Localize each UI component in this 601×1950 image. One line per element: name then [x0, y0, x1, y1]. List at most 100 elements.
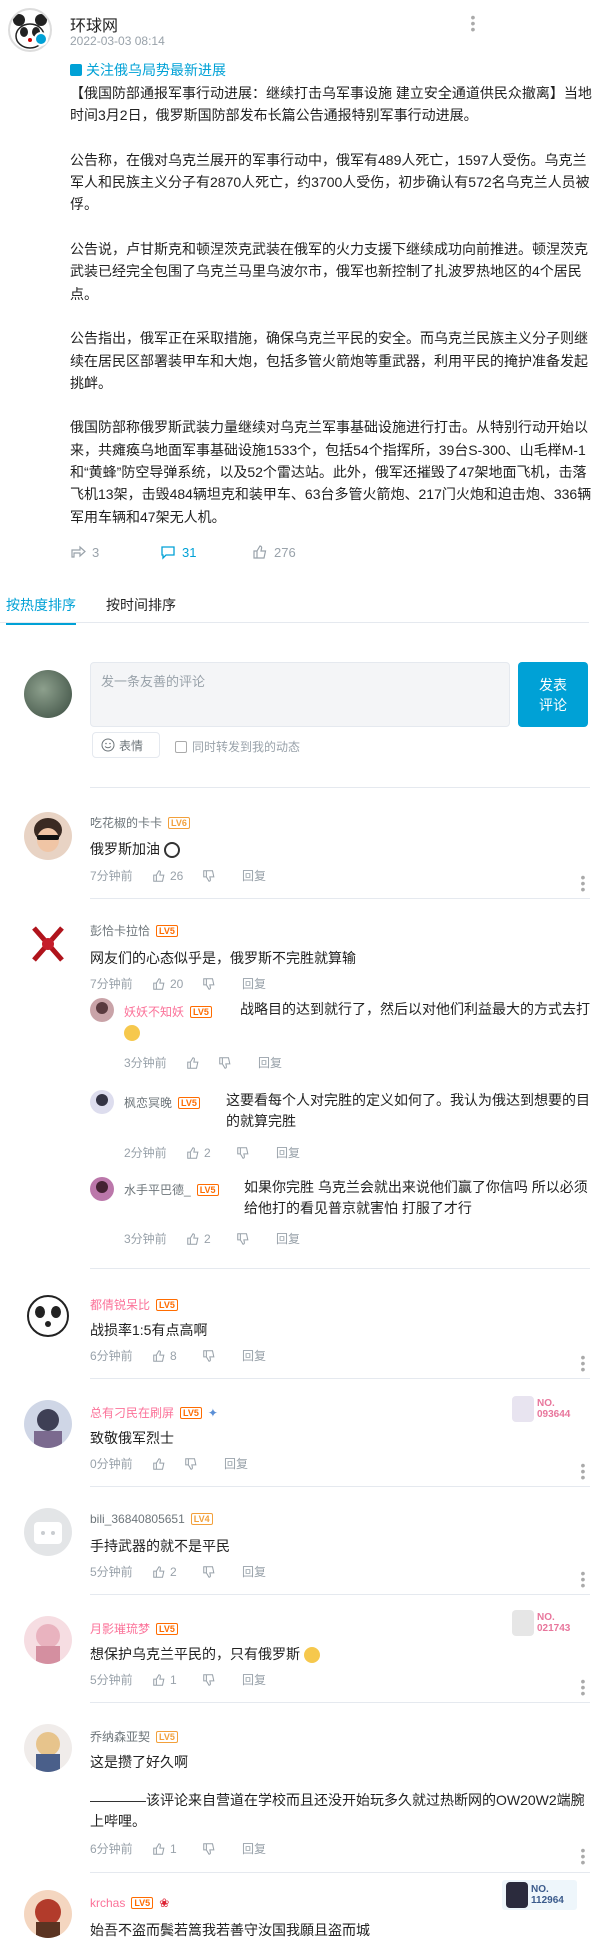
comment-dislike-button[interactable] — [202, 977, 242, 991]
more-icon[interactable]: • • • — [580, 1458, 586, 1484]
forward-checkbox[interactable]: 同时转发到我的动态 — [175, 738, 300, 755]
tab-time[interactable]: 按时间排序 — [106, 595, 176, 615]
comment-dislike-button[interactable] — [202, 1673, 242, 1687]
level-badge: LV5 — [156, 1730, 178, 1743]
reply-time: 3分钟前 — [124, 1056, 167, 1070]
reply-user[interactable]: 妖妖不知妖 LV5 — [124, 1003, 212, 1020]
comment-dislike-button[interactable] — [202, 1349, 242, 1363]
dislike-icon — [237, 1232, 249, 1245]
reply-dislike-button[interactable] — [236, 1146, 276, 1160]
reply-button[interactable]: 回复 — [258, 1054, 282, 1071]
reply-button[interactable]: 回复 — [224, 1455, 248, 1472]
my-avatar — [24, 670, 72, 718]
author-avatar[interactable] — [8, 8, 52, 52]
reply-meta: 3分钟前 回复 — [124, 1054, 282, 1071]
like-count: 2 — [204, 1231, 211, 1246]
comment-user[interactable]: bili_36840805651 LV4 — [90, 1512, 213, 1526]
comment-user[interactable]: krchas LV5 ❀ — [90, 1896, 169, 1910]
post-paragraph: 公告说，卢甘斯克和顿涅茨克武装在俄军的火力支援下继续成功向前推进。顿涅茨克武装已… — [70, 241, 588, 302]
comment-text: 想保护乌克兰平民的，只有俄罗斯 — [90, 1644, 320, 1665]
topic-icon — [70, 64, 82, 76]
comment-user[interactable]: 都倩锐呆比 LV5 — [90, 1296, 178, 1313]
reply-avatar[interactable] — [90, 1177, 114, 1201]
reply-button[interactable]: 回复 — [242, 867, 266, 884]
comment-user[interactable]: 彭恰卡拉恰 LV5 — [90, 922, 178, 939]
comment-text: 战损率1:5有点高啊 — [90, 1322, 208, 1338]
tab-hot[interactable]: 按热度排序 — [6, 595, 76, 625]
comment-dislike-button[interactable] — [202, 1842, 242, 1856]
more-icon[interactable]: • • • — [580, 1350, 586, 1376]
reply-like-button[interactable] — [186, 1056, 218, 1070]
comment-dislike-button[interactable] — [202, 869, 242, 883]
comment-like-button[interactable]: 8 — [152, 1349, 202, 1363]
reply-like-button[interactable]: 2 — [186, 1232, 236, 1246]
more-icon[interactable]: • • • — [580, 1674, 586, 1700]
reply-button[interactable]: 回复 — [242, 1563, 266, 1580]
dislike-icon — [203, 1673, 215, 1686]
more-icon[interactable]: • • • — [580, 870, 586, 896]
like-button[interactable]: 276 — [252, 544, 296, 560]
comment-user[interactable]: 月影璀琉梦 LV5 — [90, 1620, 178, 1637]
reply-dislike-button[interactable] — [218, 1056, 258, 1070]
more-icon[interactable]: • • • — [580, 1566, 586, 1592]
topic-link[interactable]: 关注俄乌局势最新进展 — [70, 60, 226, 80]
forward-button[interactable]: 3 — [70, 544, 160, 560]
like-count: 20 — [170, 976, 184, 991]
comment-user[interactable]: 吃花椒的卡卡 LV6 — [90, 814, 190, 831]
comment-like-button[interactable]: 20 — [152, 977, 202, 991]
comment-time: 5分钟前 — [90, 1565, 133, 1579]
comment-input[interactable]: 发一条友善的评论 — [90, 662, 510, 727]
username: 枫恋冥晚 — [124, 1096, 173, 1110]
author-name[interactable]: 环球网 — [70, 12, 118, 36]
avatar[interactable] — [24, 1292, 72, 1340]
level-badge: LV4 — [190, 1513, 213, 1525]
forward-checkbox-label: 同时转发到我的动态 — [192, 740, 301, 754]
reply-button[interactable]: 回复 — [242, 1671, 266, 1688]
avatar[interactable] — [24, 1616, 72, 1664]
like-icon — [153, 1842, 165, 1855]
avatar[interactable] — [24, 1508, 72, 1556]
post-content: 【俄国防部通报军事行动进展：继续打击乌军事设施 建立安全通道供民众撤离】当地时间… — [70, 82, 595, 550]
avatar[interactable] — [24, 1724, 72, 1772]
comment-like-button[interactable]: 26 — [152, 869, 202, 883]
reply-button[interactable]: 回复 — [242, 1347, 266, 1364]
comment-text: 致敬俄军烈士 — [90, 1430, 174, 1446]
level-badge: LV5 — [156, 1622, 178, 1635]
avatar[interactable] — [24, 812, 72, 860]
reply-button[interactable]: 回复 — [242, 975, 266, 992]
like-icon — [187, 1056, 199, 1069]
post-paragraph: 俄国防部称俄罗斯武装力量继续对乌克兰军事基础设施进行打击。从特别行动开始以来，共… — [70, 419, 592, 525]
comment-dislike-button[interactable] — [184, 1457, 224, 1471]
comment-dislike-button[interactable] — [202, 1565, 242, 1579]
avatar[interactable] — [24, 1890, 72, 1938]
submit-comment-button[interactable]: 发表 评论 — [518, 662, 588, 727]
emoji-button[interactable]: 表情 — [92, 732, 160, 758]
more-icon[interactable]: • • • — [580, 1843, 586, 1869]
comment-user[interactable]: 总有刁民在刷屏 LV5 ✦ — [90, 1404, 218, 1421]
checkbox-icon — [175, 740, 187, 753]
more-icon[interactable]: • • • — [470, 10, 476, 36]
comment-like-button[interactable] — [152, 1457, 184, 1471]
reply-like-button[interactable]: 2 — [186, 1146, 236, 1160]
comment-button[interactable]: 31 — [160, 544, 252, 560]
dislike-icon — [237, 1146, 249, 1159]
comment-user[interactable]: 乔纳森亚契 LV5 — [90, 1728, 178, 1745]
dislike-icon — [203, 1565, 215, 1578]
avatar[interactable] — [24, 920, 72, 968]
reply-text: 战略目的达到就行了，然后以对他们利益最大的方式去打 — [240, 1001, 590, 1017]
comment-like-button[interactable]: 2 — [152, 1565, 202, 1579]
reply-user[interactable]: 枫恋冥晚 LV5 — [124, 1094, 200, 1111]
avatar[interactable] — [24, 1400, 72, 1448]
reply-button[interactable]: 回复 — [242, 1840, 266, 1857]
reply-dislike-button[interactable] — [236, 1232, 276, 1246]
level-badge: LV5 — [156, 1298, 178, 1311]
reply-avatar[interactable] — [90, 998, 114, 1022]
reply-button[interactable]: 回复 — [276, 1230, 300, 1247]
reply-button[interactable]: 回复 — [276, 1144, 300, 1161]
badge-character-icon — [506, 1882, 528, 1908]
reply-user[interactable]: 水手平巴德_ LV5 — [124, 1181, 219, 1198]
comment-like-button[interactable]: 1 — [152, 1842, 202, 1856]
reply-avatar[interactable] — [90, 1090, 114, 1114]
comment-like-button[interactable]: 1 — [152, 1673, 202, 1687]
comment-meta: 7分钟前 26 回复 — [90, 867, 266, 884]
